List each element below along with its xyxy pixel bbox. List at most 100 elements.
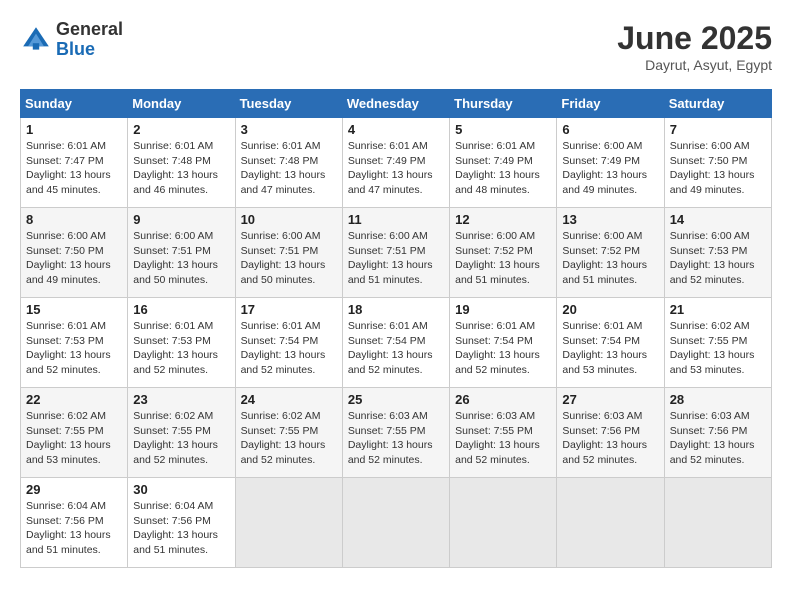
calendar-cell: 26 Sunrise: 6:03 AMSunset: 7:55 PMDayligh… (450, 388, 557, 478)
day-info: Sunrise: 6:01 AMSunset: 7:53 PMDaylight:… (26, 319, 122, 378)
calendar-cell: 13 Sunrise: 6:00 AMSunset: 7:52 PMDayligh… (557, 208, 664, 298)
day-number: 28 (670, 392, 766, 407)
day-number: 30 (133, 482, 229, 497)
day-number: 25 (348, 392, 444, 407)
calendar-cell: 20 Sunrise: 6:01 AMSunset: 7:54 PMDayligh… (557, 298, 664, 388)
day-number: 7 (670, 122, 766, 137)
calendar-cell: 17Sunrise: 6:01 AMSunset: 7:54 PMDayligh… (235, 298, 342, 388)
day-info: Sunrise: 6:01 AMSunset: 7:54 PMDaylight:… (241, 319, 337, 378)
calendar-cell: 5Sunrise: 6:01 AMSunset: 7:49 PMDaylight… (450, 118, 557, 208)
day-number: 9 (133, 212, 229, 227)
calendar-cell: 28Sunrise: 6:03 AMSunset: 7:56 PMDayligh… (664, 388, 771, 478)
calendar-cell: 11 Sunrise: 6:00 AMSunset: 7:51 PMDayligh… (342, 208, 449, 298)
day-number: 24 (241, 392, 337, 407)
day-number: 26 (455, 392, 551, 407)
week-row: 15 Sunrise: 6:01 AMSunset: 7:53 PMDayligh… (21, 298, 772, 388)
day-number: 20 (562, 302, 658, 317)
calendar-cell (342, 478, 449, 568)
day-info: Sunrise: 6:01 AMSunset: 7:54 PMDaylight:… (455, 319, 551, 378)
calendar-cell: 23Sunrise: 6:02 AMSunset: 7:55 PMDayligh… (128, 388, 235, 478)
day-info: Sunrise: 6:02 AMSunset: 7:55 PMDaylight:… (133, 409, 229, 468)
day-info: Sunrise: 6:00 AMSunset: 7:51 PMDaylight:… (241, 229, 337, 288)
calendar-cell: 8 Sunrise: 6:00 AMSunset: 7:50 PMDaylight… (21, 208, 128, 298)
calendar-cell: 24Sunrise: 6:02 AMSunset: 7:55 PMDayligh… (235, 388, 342, 478)
day-info: Sunrise: 6:04 AMSunset: 7:56 PMDaylight:… (26, 499, 122, 558)
calendar-cell: 10 Sunrise: 6:00 AMSunset: 7:51 PMDayligh… (235, 208, 342, 298)
month-title: June 2025 (617, 20, 772, 57)
day-info: Sunrise: 6:03 AMSunset: 7:55 PMDaylight:… (348, 409, 444, 468)
col-header-thursday: Thursday (450, 90, 557, 118)
day-info: Sunrise: 6:00 AMSunset: 7:50 PMDaylight:… (670, 139, 766, 198)
calendar-cell: 3Sunrise: 6:01 AMSunset: 7:48 PMDaylight… (235, 118, 342, 208)
day-info: Sunrise: 6:01 AMSunset: 7:54 PMDaylight:… (348, 319, 444, 378)
day-info: Sunrise: 6:00 AMSunset: 7:50 PMDaylight:… (26, 229, 122, 288)
col-header-saturday: Saturday (664, 90, 771, 118)
day-info: Sunrise: 6:02 AMSunset: 7:55 PMDaylight:… (26, 409, 122, 468)
col-header-friday: Friday (557, 90, 664, 118)
calendar-cell: 9Sunrise: 6:00 AMSunset: 7:51 PMDaylight… (128, 208, 235, 298)
week-row: 22 Sunrise: 6:02 AMSunset: 7:55 PMDayligh… (21, 388, 772, 478)
calendar-cell: 27 Sunrise: 6:03 AMSunset: 7:56 PMDayligh… (557, 388, 664, 478)
day-info: Sunrise: 6:04 AMSunset: 7:56 PMDaylight:… (133, 499, 229, 558)
calendar-header: SundayMondayTuesdayWednesdayThursdayFrid… (21, 90, 772, 118)
day-info: Sunrise: 6:00 AMSunset: 7:52 PMDaylight:… (562, 229, 658, 288)
day-info: Sunrise: 6:01 AMSunset: 7:49 PMDaylight:… (348, 139, 444, 198)
day-info: Sunrise: 6:02 AMSunset: 7:55 PMDaylight:… (670, 319, 766, 378)
logo-text: General Blue (56, 20, 123, 60)
day-info: Sunrise: 6:01 AMSunset: 7:48 PMDaylight:… (133, 139, 229, 198)
day-info: Sunrise: 6:03 AMSunset: 7:56 PMDaylight:… (562, 409, 658, 468)
day-number: 22 (26, 392, 122, 407)
calendar-cell: 19 Sunrise: 6:01 AMSunset: 7:54 PMDayligh… (450, 298, 557, 388)
col-header-tuesday: Tuesday (235, 90, 342, 118)
day-info: Sunrise: 6:03 AMSunset: 7:55 PMDaylight:… (455, 409, 551, 468)
title-block: June 2025 Dayrut, Asyut, Egypt (617, 20, 772, 73)
calendar-cell: 30 Sunrise: 6:04 AMSunset: 7:56 PMDayligh… (128, 478, 235, 568)
day-number: 4 (348, 122, 444, 137)
calendar-cell: 29 Sunrise: 6:04 AMSunset: 7:56 PMDayligh… (21, 478, 128, 568)
day-number: 1 (26, 122, 122, 137)
day-info: Sunrise: 6:00 AMSunset: 7:49 PMDaylight:… (562, 139, 658, 198)
calendar-cell: 12 Sunrise: 6:00 AMSunset: 7:52 PMDayligh… (450, 208, 557, 298)
calendar-cell: 6 Sunrise: 6:00 AMSunset: 7:49 PMDaylight… (557, 118, 664, 208)
day-number: 15 (26, 302, 122, 317)
day-number: 29 (26, 482, 122, 497)
calendar-cell (450, 478, 557, 568)
logo-blue-text: Blue (56, 39, 95, 59)
calendar-cell: 1 Sunrise: 6:01 AMSunset: 7:47 PMDaylight… (21, 118, 128, 208)
calendar-cell: 4 Sunrise: 6:01 AMSunset: 7:49 PMDaylight… (342, 118, 449, 208)
day-number: 16 (133, 302, 229, 317)
calendar-cell: 22 Sunrise: 6:02 AMSunset: 7:55 PMDayligh… (21, 388, 128, 478)
day-number: 21 (670, 302, 766, 317)
day-number: 14 (670, 212, 766, 227)
day-number: 2 (133, 122, 229, 137)
calendar-table: SundayMondayTuesdayWednesdayThursdayFrid… (20, 89, 772, 568)
calendar-cell (235, 478, 342, 568)
day-number: 19 (455, 302, 551, 317)
col-header-wednesday: Wednesday (342, 90, 449, 118)
calendar-cell: 14 Sunrise: 6:00 AMSunset: 7:53 PMDayligh… (664, 208, 771, 298)
day-info: Sunrise: 6:01 AMSunset: 7:54 PMDaylight:… (562, 319, 658, 378)
day-info: Sunrise: 6:00 AMSunset: 7:51 PMDaylight:… (348, 229, 444, 288)
location: Dayrut, Asyut, Egypt (617, 57, 772, 73)
day-info: Sunrise: 6:00 AMSunset: 7:53 PMDaylight:… (670, 229, 766, 288)
calendar-cell (557, 478, 664, 568)
day-number: 11 (348, 212, 444, 227)
day-number: 13 (562, 212, 658, 227)
day-info: Sunrise: 6:00 AMSunset: 7:52 PMDaylight:… (455, 229, 551, 288)
day-number: 27 (562, 392, 658, 407)
calendar-cell: 21 Sunrise: 6:02 AMSunset: 7:55 PMDayligh… (664, 298, 771, 388)
calendar-cell: 15 Sunrise: 6:01 AMSunset: 7:53 PMDayligh… (21, 298, 128, 388)
day-number: 12 (455, 212, 551, 227)
day-number: 10 (241, 212, 337, 227)
calendar-cell: 18 Sunrise: 6:01 AMSunset: 7:54 PMDayligh… (342, 298, 449, 388)
col-header-sunday: Sunday (21, 90, 128, 118)
day-number: 6 (562, 122, 658, 137)
day-info: Sunrise: 6:01 AMSunset: 7:48 PMDaylight:… (241, 139, 337, 198)
day-number: 8 (26, 212, 122, 227)
calendar-cell (664, 478, 771, 568)
day-info: Sunrise: 6:01 AMSunset: 7:47 PMDaylight:… (26, 139, 122, 198)
calendar-cell: 7 Sunrise: 6:00 AMSunset: 7:50 PMDaylight… (664, 118, 771, 208)
day-number: 18 (348, 302, 444, 317)
logo: General Blue (20, 20, 123, 60)
calendar-cell: 16Sunrise: 6:01 AMSunset: 7:53 PMDayligh… (128, 298, 235, 388)
